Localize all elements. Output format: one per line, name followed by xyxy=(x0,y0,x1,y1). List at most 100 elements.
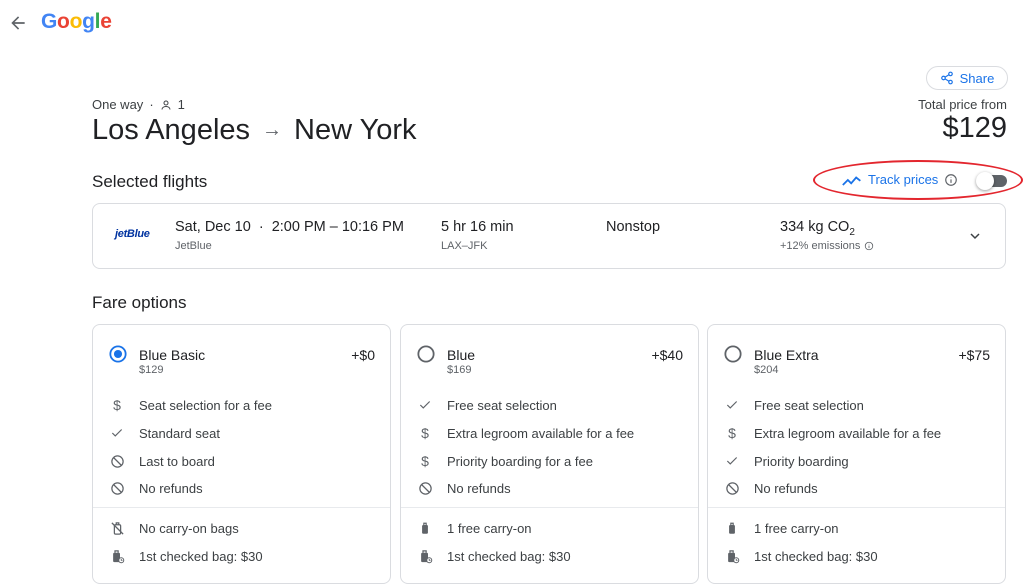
radio-unselected[interactable] xyxy=(417,345,435,363)
fare-price: $129 xyxy=(139,364,164,376)
track-prices-label: Track prices xyxy=(868,172,939,187)
share-label: Share xyxy=(959,70,995,86)
fare-feature-text: Last to board xyxy=(139,453,215,469)
block-icon xyxy=(109,453,125,469)
checked-bag-icon xyxy=(109,548,125,564)
selected-flights-title: Selected flights xyxy=(92,172,208,191)
passenger-count: 1 xyxy=(177,97,185,112)
route-title: Los Angeles → New York xyxy=(92,114,417,147)
fare-feature: $ Extra legroom available for a fee xyxy=(724,425,941,441)
arrow-right-icon: → xyxy=(262,119,283,141)
fare-add-price: +$0 xyxy=(351,347,375,363)
fare-feature-text: Free seat selection xyxy=(447,397,557,413)
flight-emissions: 334 kg CO2 xyxy=(780,219,855,238)
fare-card-blue-basic[interactable]: Blue Basic $129 +$0 $ Seat selection for a f… xyxy=(92,324,391,584)
fare-baggage: 1st checked bag: $30 xyxy=(109,548,263,564)
checked-bag-icon xyxy=(724,548,740,564)
flight-times: 2:00 PM – 10:16 PM xyxy=(271,219,404,235)
chevron-down-icon[interactable] xyxy=(967,228,983,244)
toggle-knob xyxy=(976,172,994,190)
total-price: $129 xyxy=(942,112,1007,144)
separator-dot: · xyxy=(254,219,268,235)
block-icon xyxy=(724,480,740,496)
fare-feature: Free seat selection xyxy=(724,397,864,413)
jetblue-logo: jetBlue xyxy=(115,228,150,240)
fare-feature-text: Priority boarding for a fee xyxy=(447,453,593,469)
track-prices-toggle[interactable] xyxy=(976,172,1008,190)
divider xyxy=(401,507,698,508)
fare-name: Blue Extra xyxy=(754,347,819,363)
dollar-icon: $ xyxy=(113,397,121,413)
info-icon[interactable] xyxy=(864,241,874,251)
check-icon xyxy=(109,425,125,441)
fare-baggage: 1 free carry-on xyxy=(724,520,839,536)
fare-price: $169 xyxy=(447,364,472,376)
flight-date: Sat, Dec 10 xyxy=(175,219,251,235)
fare-feature: No refunds xyxy=(724,480,818,496)
fare-feature-text: No refunds xyxy=(139,480,203,496)
fare-name: Blue xyxy=(447,347,476,363)
fare-price: $204 xyxy=(754,364,779,376)
fare-feature: $ Priority boarding for a fee xyxy=(417,453,593,469)
fare-feature-text: Extra legroom available for a fee xyxy=(447,425,635,441)
fare-feature-text: No refunds xyxy=(754,480,818,496)
info-icon[interactable] xyxy=(944,173,958,187)
fare-options-title: Fare options xyxy=(92,293,187,312)
fare-baggage: 1st checked bag: $30 xyxy=(724,548,878,564)
flight-date-times: Sat, Dec 10 · 2:00 PM – 10:16 PM xyxy=(175,219,404,235)
flight-card[interactable]: jetBlue Sat, Dec 10 · 2:00 PM – 10:16 PM… xyxy=(92,203,1006,269)
fare-add-price: +$75 xyxy=(958,347,990,363)
block-icon xyxy=(109,480,125,496)
track-prices-button[interactable]: Track prices xyxy=(842,172,958,187)
airline-name: JetBlue xyxy=(175,240,212,252)
check-icon xyxy=(724,453,740,469)
dollar-icon: $ xyxy=(728,425,736,441)
trend-icon xyxy=(842,175,861,186)
fare-feature: Standard seat xyxy=(109,425,220,441)
fare-feature: $ Seat selection for a fee xyxy=(109,397,272,413)
separator-dot: · xyxy=(149,97,154,112)
check-icon xyxy=(724,397,740,413)
destination-city: New York xyxy=(294,114,417,146)
flight-route: LAX–JFK xyxy=(441,240,488,252)
fare-feature-text: Priority boarding xyxy=(754,453,849,469)
fare-feature: No refunds xyxy=(109,480,203,496)
check-icon xyxy=(417,397,433,413)
radio-unselected[interactable] xyxy=(724,345,742,363)
radio-selected[interactable] xyxy=(109,345,127,363)
fare-card-blue-extra[interactable]: Blue Extra $204 +$75 Free seat selection $ Ex… xyxy=(707,324,1006,584)
fare-baggage: No carry-on bags xyxy=(109,520,239,536)
fare-feature-text: Standard seat xyxy=(139,425,220,441)
block-icon xyxy=(417,480,433,496)
dollar-icon: $ xyxy=(421,425,429,441)
flight-duration: 5 hr 16 min xyxy=(441,219,514,235)
share-icon xyxy=(940,71,953,85)
trip-type: One way xyxy=(92,97,144,112)
fare-baggage: 1 free carry-on xyxy=(417,520,532,536)
fare-feature: No refunds xyxy=(417,480,511,496)
google-logo[interactable]: Google xyxy=(41,10,112,34)
price-label: Total price from xyxy=(918,97,1007,112)
fare-feature: Free seat selection xyxy=(417,397,557,413)
fare-baggage-text: 1 free carry-on xyxy=(754,520,839,536)
emissions-value: 334 kg CO xyxy=(780,219,850,235)
fare-baggage-text: 1st checked bag: $30 xyxy=(447,548,571,564)
back-arrow-icon[interactable] xyxy=(8,12,28,34)
fare-name: Blue Basic xyxy=(139,347,206,363)
carry-on-icon xyxy=(724,520,740,536)
fare-add-price: +$40 xyxy=(651,347,683,363)
checked-bag-icon xyxy=(417,548,433,564)
fare-card-blue[interactable]: Blue $169 +$40 Free seat selection $ Extra le… xyxy=(400,324,699,584)
fare-feature: Last to board xyxy=(109,453,215,469)
dollar-icon: $ xyxy=(421,453,429,469)
divider xyxy=(93,507,390,508)
fare-feature: $ Extra legroom available for a fee xyxy=(417,425,634,441)
emissions-subscript: 2 xyxy=(849,226,855,238)
fare-baggage: 1st checked bag: $30 xyxy=(417,548,571,564)
person-icon xyxy=(161,100,171,110)
fare-baggage-text: 1 free carry-on xyxy=(447,520,532,536)
fare-feature-text: Seat selection for a fee xyxy=(139,397,272,413)
fare-baggage-text: No carry-on bags xyxy=(139,520,239,536)
no-bag-icon xyxy=(109,520,125,536)
share-button[interactable]: Share xyxy=(926,66,1008,90)
